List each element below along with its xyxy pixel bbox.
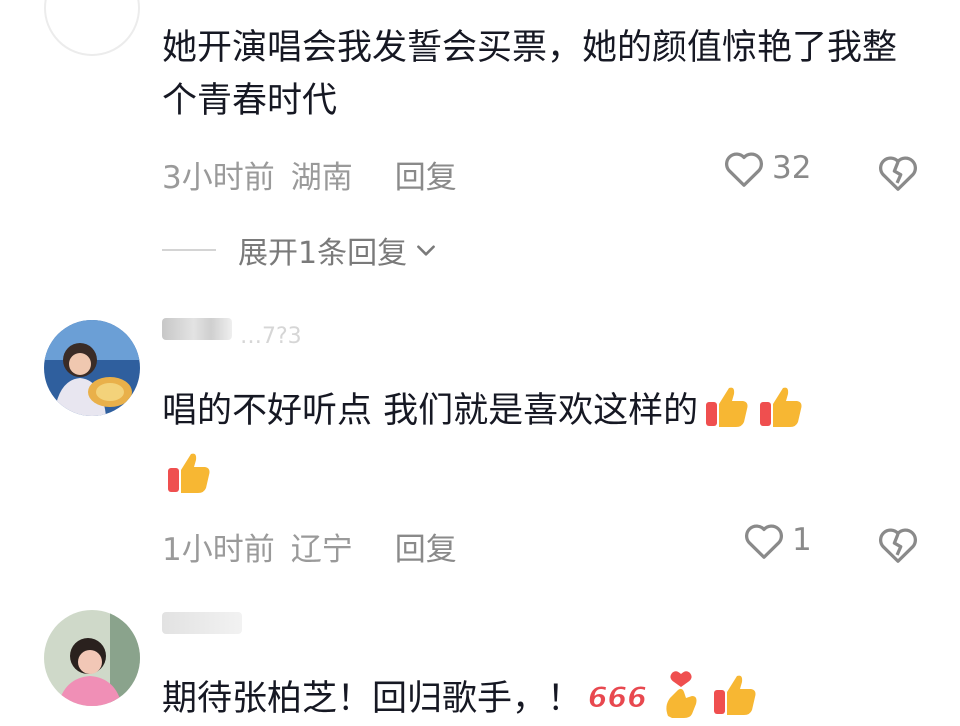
heart-icon: [725, 152, 763, 187]
username[interactable]: …7?3: [240, 324, 302, 349]
666-sticker: 666: [587, 681, 647, 715]
comment-text: 唱的不好听点 我们就是喜欢这样的: [162, 382, 922, 438]
username-blurred: [162, 612, 242, 634]
finger-heart-icon: [666, 671, 697, 718]
like-button[interactable]: 32: [722, 148, 811, 188]
like-count: 32: [772, 150, 812, 186]
user-avatar[interactable]: [44, 0, 140, 56]
comment-text-body: 唱的不好听点 我们就是喜欢这样的: [162, 391, 699, 431]
comment-text-body: 期待张柏芝！回归歌手，！: [162, 679, 583, 719]
thumbs-up-icon: [706, 387, 748, 427]
reply-button[interactable]: 回复: [395, 160, 457, 196]
comment-meta: 3小时前 湖南 回复: [162, 152, 457, 197]
svg-text:666: 666: [588, 681, 647, 714]
comment-text: 她开演唱会我发誓会买票，她的颜值惊艳了我整个青春时代: [162, 28, 898, 121]
like-count: 1: [792, 522, 812, 558]
user-avatar[interactable]: [44, 610, 140, 706]
like-button[interactable]: 1: [742, 520, 812, 560]
thumbs-up-icon: [760, 387, 802, 427]
comment-location: 辽宁: [290, 532, 353, 568]
dislike-broken-heart-icon[interactable]: [876, 524, 920, 564]
expand-replies-label: 展开1条回复: [238, 236, 408, 271]
comment-time: 1小时前: [162, 532, 275, 568]
dislike-broken-heart-icon[interactable]: [876, 152, 920, 192]
reply-button[interactable]: 回复: [395, 532, 457, 568]
chevron-down-icon: [417, 245, 435, 256]
comment-meta: 1小时前 辽宁 回复: [162, 524, 457, 569]
comment-text: 期待张柏芝！回归歌手，！ 666: [162, 670, 922, 726]
expand-replies-button[interactable]: 展开1条回复: [162, 228, 439, 272]
divider-line: [162, 249, 216, 251]
thumbs-up-icon: [168, 453, 210, 493]
thumbs-up-icon: [714, 675, 756, 715]
username-blurred: [162, 318, 232, 340]
user-avatar[interactable]: [44, 320, 140, 416]
comment-location: 湖南: [290, 160, 353, 196]
heart-icon: [745, 524, 783, 559]
comment-time: 3小时前: [162, 160, 275, 196]
